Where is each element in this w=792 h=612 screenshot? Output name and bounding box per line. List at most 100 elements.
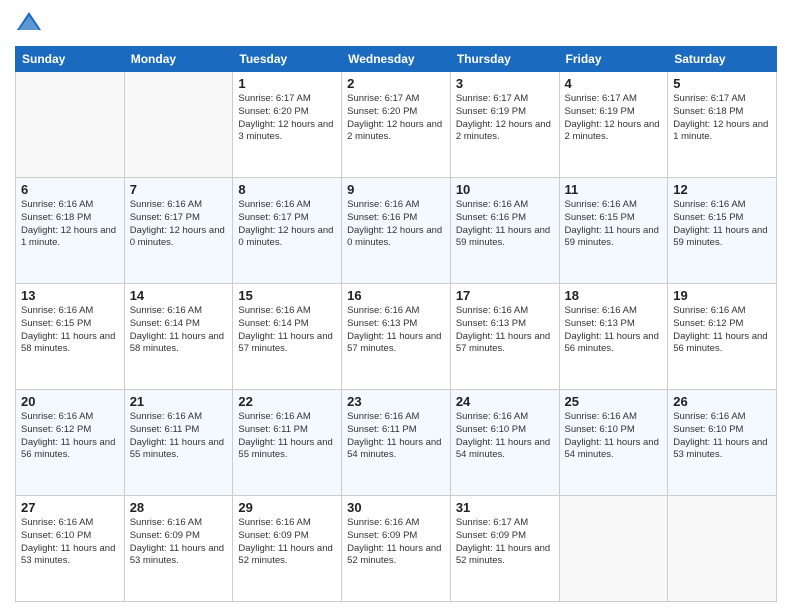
- calendar-day-cell: 15 Sunrise: 6:16 AM Sunset: 6:14 PM Dayli…: [233, 284, 342, 390]
- day-number: 5: [673, 76, 771, 91]
- calendar-day-cell: 14 Sunrise: 6:16 AM Sunset: 6:14 PM Dayli…: [124, 284, 233, 390]
- day-info: Sunrise: 6:16 AM Sunset: 6:13 PM Dayligh…: [565, 305, 663, 356]
- day-of-week-header: Wednesday: [342, 47, 451, 72]
- day-of-week-header: Saturday: [668, 47, 777, 72]
- calendar-week-row: 13 Sunrise: 6:16 AM Sunset: 6:15 PM Dayli…: [16, 284, 777, 390]
- day-info: Sunrise: 6:16 AM Sunset: 6:11 PM Dayligh…: [347, 411, 445, 462]
- calendar-day-cell: [668, 496, 777, 602]
- page: SundayMondayTuesdayWednesdayThursdayFrid…: [0, 0, 792, 612]
- day-number: 31: [456, 500, 554, 515]
- calendar-day-cell: 24 Sunrise: 6:16 AM Sunset: 6:10 PM Dayli…: [450, 390, 559, 496]
- calendar-day-cell: 9 Sunrise: 6:16 AM Sunset: 6:16 PM Daylig…: [342, 178, 451, 284]
- day-number: 28: [130, 500, 228, 515]
- calendar-day-cell: 17 Sunrise: 6:16 AM Sunset: 6:13 PM Dayli…: [450, 284, 559, 390]
- day-number: 30: [347, 500, 445, 515]
- day-number: 15: [238, 288, 336, 303]
- calendar-week-row: 1 Sunrise: 6:17 AM Sunset: 6:20 PM Daylig…: [16, 72, 777, 178]
- calendar-day-cell: 29 Sunrise: 6:16 AM Sunset: 6:09 PM Dayli…: [233, 496, 342, 602]
- day-info: Sunrise: 6:16 AM Sunset: 6:15 PM Dayligh…: [21, 305, 119, 356]
- day-number: 29: [238, 500, 336, 515]
- day-info: Sunrise: 6:17 AM Sunset: 6:20 PM Dayligh…: [347, 93, 445, 144]
- day-number: 17: [456, 288, 554, 303]
- day-number: 18: [565, 288, 663, 303]
- day-info: Sunrise: 6:16 AM Sunset: 6:16 PM Dayligh…: [347, 199, 445, 250]
- day-number: 10: [456, 182, 554, 197]
- calendar-header-row: SundayMondayTuesdayWednesdayThursdayFrid…: [16, 47, 777, 72]
- day-number: 27: [21, 500, 119, 515]
- calendar-day-cell: 30Sunrise: 6:16 AM Sunset: 6:09 PM Dayli…: [342, 496, 451, 602]
- calendar-day-cell: 11Sunrise: 6:16 AM Sunset: 6:15 PM Dayli…: [559, 178, 668, 284]
- calendar-day-cell: 22 Sunrise: 6:16 AM Sunset: 6:11 PM Dayli…: [233, 390, 342, 496]
- calendar-day-cell: 23 Sunrise: 6:16 AM Sunset: 6:11 PM Dayli…: [342, 390, 451, 496]
- calendar-day-cell: 4 Sunrise: 6:17 AM Sunset: 6:19 PM Daylig…: [559, 72, 668, 178]
- day-info: Sunrise: 6:16 AM Sunset: 6:09 PM Dayligh…: [238, 517, 336, 568]
- day-number: 14: [130, 288, 228, 303]
- day-info: Sunrise: 6:16 AM Sunset: 6:13 PM Dayligh…: [347, 305, 445, 356]
- day-info: Sunrise: 6:16 AM Sunset: 6:10 PM Dayligh…: [565, 411, 663, 462]
- calendar-day-cell: 1 Sunrise: 6:17 AM Sunset: 6:20 PM Daylig…: [233, 72, 342, 178]
- calendar-day-cell: 5 Sunrise: 6:17 AM Sunset: 6:18 PM Daylig…: [668, 72, 777, 178]
- day-info: Sunrise: 6:17 AM Sunset: 6:20 PM Dayligh…: [238, 93, 336, 144]
- day-number: 22: [238, 394, 336, 409]
- calendar-day-cell: 7 Sunrise: 6:16 AM Sunset: 6:17 PM Daylig…: [124, 178, 233, 284]
- day-info: Sunrise: 6:17 AM Sunset: 6:19 PM Dayligh…: [565, 93, 663, 144]
- calendar-table: SundayMondayTuesdayWednesdayThursdayFrid…: [15, 46, 777, 602]
- day-number: 24: [456, 394, 554, 409]
- day-info: Sunrise: 6:17 AM Sunset: 6:09 PM Dayligh…: [456, 517, 554, 568]
- calendar-week-row: 27 Sunrise: 6:16 AM Sunset: 6:10 PM Dayli…: [16, 496, 777, 602]
- day-info: Sunrise: 6:16 AM Sunset: 6:15 PM Dayligh…: [673, 199, 771, 250]
- day-info: Sunrise: 6:16 AM Sunset: 6:11 PM Dayligh…: [238, 411, 336, 462]
- day-info: Sunrise: 6:16 AM Sunset: 6:17 PM Dayligh…: [130, 199, 228, 250]
- day-number: 23: [347, 394, 445, 409]
- day-number: 19: [673, 288, 771, 303]
- day-info: Sunrise: 6:16 AM Sunset: 6:12 PM Dayligh…: [21, 411, 119, 462]
- day-info: Sunrise: 6:16 AM Sunset: 6:09 PM Dayligh…: [130, 517, 228, 568]
- day-of-week-header: Monday: [124, 47, 233, 72]
- day-of-week-header: Friday: [559, 47, 668, 72]
- calendar-day-cell: 10Sunrise: 6:16 AM Sunset: 6:16 PM Dayli…: [450, 178, 559, 284]
- day-number: 7: [130, 182, 228, 197]
- day-number: 21: [130, 394, 228, 409]
- day-number: 3: [456, 76, 554, 91]
- calendar-day-cell: [16, 72, 125, 178]
- day-info: Sunrise: 6:16 AM Sunset: 6:18 PM Dayligh…: [21, 199, 119, 250]
- calendar-day-cell: 25 Sunrise: 6:16 AM Sunset: 6:10 PM Dayli…: [559, 390, 668, 496]
- day-info: Sunrise: 6:16 AM Sunset: 6:13 PM Dayligh…: [456, 305, 554, 356]
- calendar-day-cell: 21 Sunrise: 6:16 AM Sunset: 6:11 PM Dayli…: [124, 390, 233, 496]
- day-info: Sunrise: 6:17 AM Sunset: 6:18 PM Dayligh…: [673, 93, 771, 144]
- calendar-day-cell: 2 Sunrise: 6:17 AM Sunset: 6:20 PM Daylig…: [342, 72, 451, 178]
- calendar-day-cell: 18 Sunrise: 6:16 AM Sunset: 6:13 PM Dayli…: [559, 284, 668, 390]
- day-info: Sunrise: 6:16 AM Sunset: 6:11 PM Dayligh…: [130, 411, 228, 462]
- day-of-week-header: Sunday: [16, 47, 125, 72]
- logo: [15, 10, 47, 38]
- day-number: 11: [565, 182, 663, 197]
- day-number: 4: [565, 76, 663, 91]
- day-of-week-header: Thursday: [450, 47, 559, 72]
- day-info: Sunrise: 6:16 AM Sunset: 6:10 PM Dayligh…: [673, 411, 771, 462]
- calendar-day-cell: 28 Sunrise: 6:16 AM Sunset: 6:09 PM Dayli…: [124, 496, 233, 602]
- header: [15, 10, 777, 38]
- day-info: Sunrise: 6:16 AM Sunset: 6:17 PM Dayligh…: [238, 199, 336, 250]
- day-info: Sunrise: 6:16 AM Sunset: 6:12 PM Dayligh…: [673, 305, 771, 356]
- day-number: 13: [21, 288, 119, 303]
- day-info: Sunrise: 6:16 AM Sunset: 6:14 PM Dayligh…: [238, 305, 336, 356]
- day-info: Sunrise: 6:16 AM Sunset: 6:10 PM Dayligh…: [456, 411, 554, 462]
- calendar-day-cell: 8Sunrise: 6:16 AM Sunset: 6:17 PM Daylig…: [233, 178, 342, 284]
- calendar-day-cell: 31 Sunrise: 6:17 AM Sunset: 6:09 PM Dayli…: [450, 496, 559, 602]
- calendar-day-cell: [559, 496, 668, 602]
- logo-icon: [15, 10, 43, 38]
- day-info: Sunrise: 6:16 AM Sunset: 6:14 PM Dayligh…: [130, 305, 228, 356]
- day-number: 12: [673, 182, 771, 197]
- day-info: Sunrise: 6:17 AM Sunset: 6:19 PM Dayligh…: [456, 93, 554, 144]
- day-number: 2: [347, 76, 445, 91]
- day-number: 26: [673, 394, 771, 409]
- calendar-day-cell: 13 Sunrise: 6:16 AM Sunset: 6:15 PM Dayli…: [16, 284, 125, 390]
- day-number: 1: [238, 76, 336, 91]
- day-number: 20: [21, 394, 119, 409]
- day-number: 6: [21, 182, 119, 197]
- calendar-day-cell: 6 Sunrise: 6:16 AM Sunset: 6:18 PM Daylig…: [16, 178, 125, 284]
- day-number: 9: [347, 182, 445, 197]
- calendar-day-cell: 20 Sunrise: 6:16 AM Sunset: 6:12 PM Dayli…: [16, 390, 125, 496]
- day-info: Sunrise: 6:16 AM Sunset: 6:10 PM Dayligh…: [21, 517, 119, 568]
- day-number: 25: [565, 394, 663, 409]
